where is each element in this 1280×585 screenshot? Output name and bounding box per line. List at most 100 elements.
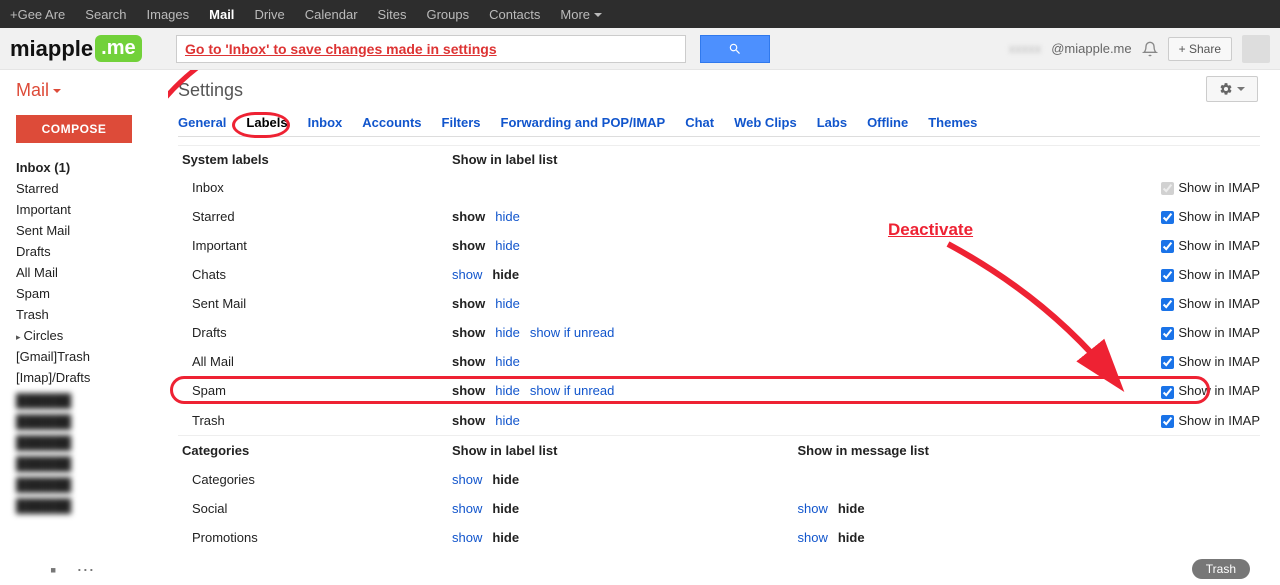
option-show-if-unread[interactable]: show if unread	[530, 383, 615, 398]
header-right: xxxxx@miapple.me + Share	[1009, 35, 1270, 63]
imap-checkbox[interactable]	[1161, 298, 1174, 311]
imap-checkbox	[1161, 182, 1174, 195]
category-row-promotions: Promotionsshowhideshowhide	[178, 523, 1260, 552]
option-show[interactable]: show	[452, 472, 482, 487]
tab-inbox[interactable]: Inbox	[308, 115, 343, 130]
label-row-spam: Spam show hide show if unread Show in IMAP	[178, 376, 1260, 405]
tab-general[interactable]: General	[178, 115, 226, 130]
sidebar-item-starred[interactable]: Starred	[16, 178, 168, 199]
sidebar-item-trash[interactable]: Trash	[16, 304, 168, 325]
option-show[interactable]: show	[452, 530, 482, 545]
page-title: Settings	[178, 80, 1260, 101]
tab-labels[interactable]: Labels	[246, 115, 287, 130]
search-button[interactable]	[700, 35, 770, 63]
option-hide[interactable]: hide	[495, 209, 520, 224]
option-show[interactable]: show	[452, 209, 485, 224]
option-hide[interactable]: hide	[492, 530, 519, 545]
option-show[interactable]: show	[797, 530, 827, 545]
tab-labs[interactable]: Labs	[817, 115, 847, 130]
imap-checkbox[interactable]	[1161, 269, 1174, 282]
sidebar: Mail COMPOSE Inbox (1)StarredImportantSe…	[0, 70, 168, 585]
more-icon[interactable]: ⋯	[76, 560, 94, 581]
label-row-allmail: All MailshowhideShow in IMAP	[178, 347, 1260, 376]
option-hide[interactable]: hide	[838, 530, 865, 545]
tab-filters[interactable]: Filters	[442, 115, 481, 130]
option-hide[interactable]: hide	[495, 383, 520, 398]
label-row-sentmail: Sent Mail show hide Show in IMAP	[178, 289, 1260, 318]
option-show[interactable]: show	[452, 238, 485, 253]
gbar-item-contacts[interactable]: Contacts	[489, 7, 540, 22]
option-hide[interactable]: hide	[492, 267, 519, 282]
gbar-item-groups[interactable]: Groups	[426, 7, 469, 22]
email-suffix: @miapple.me	[1051, 41, 1131, 56]
imap-checkbox[interactable]	[1161, 211, 1174, 224]
mail-selector[interactable]: Mail	[16, 80, 168, 101]
tab-accounts[interactable]: Accounts	[362, 115, 421, 130]
option-show[interactable]: show	[452, 354, 485, 369]
labels-table: System labels Show in label list InboxSh…	[178, 145, 1260, 552]
option-show[interactable]: show	[797, 501, 827, 516]
option-hide[interactable]: hide	[495, 354, 520, 369]
imap-checkbox[interactable]	[1161, 356, 1174, 369]
sidebar-item-spam[interactable]: Spam	[16, 283, 168, 304]
notifications-icon[interactable]	[1142, 41, 1158, 57]
imap-label: Show in IMAP	[1178, 296, 1260, 311]
imap-label: Show in IMAP	[1178, 383, 1260, 398]
sidebar-item-hidden: ██████	[16, 453, 168, 474]
option-show[interactable]: show	[452, 325, 485, 340]
gbar-item-images[interactable]: Images	[147, 7, 190, 22]
gbar-item-search[interactable]: Search	[85, 7, 126, 22]
sidebar-item-sentmail[interactable]: Sent Mail	[16, 220, 168, 241]
option-show[interactable]: show	[452, 501, 482, 516]
gbar-item-more[interactable]: More	[560, 7, 602, 22]
gear-icon	[1219, 82, 1233, 96]
avatar[interactable]	[1242, 35, 1270, 63]
imap-checkbox[interactable]	[1161, 327, 1174, 340]
sidebar-item-allmail[interactable]: All Mail	[16, 262, 168, 283]
option-hide[interactable]: hide	[495, 296, 520, 311]
option-show[interactable]: show	[452, 383, 485, 398]
label-name: Chats	[178, 260, 448, 289]
tab-chat[interactable]: Chat	[685, 115, 714, 130]
tab-offline[interactable]: Offline	[867, 115, 908, 130]
sidebar-item-gmailtrash[interactable]: [Gmail]Trash	[16, 346, 168, 367]
option-show[interactable]: show	[452, 296, 485, 311]
trash-pill[interactable]: Trash	[1192, 559, 1250, 579]
label-name: Spam	[178, 376, 448, 405]
gear-button[interactable]	[1206, 76, 1258, 102]
gbar-item-drive[interactable]: Drive	[254, 7, 284, 22]
label-row-trash: TrashshowhideShow in IMAP	[178, 406, 1260, 436]
gbar-item-sites[interactable]: Sites	[378, 7, 407, 22]
sidebar-item-imapdrafts[interactable]: [Imap]/Drafts	[16, 367, 168, 388]
sidebar-item-circles[interactable]: Circles	[16, 325, 168, 346]
app-header: miapple.me Go to 'Inbox' to save changes…	[0, 28, 1280, 70]
compose-button[interactable]: COMPOSE	[16, 115, 132, 143]
hangouts-icon[interactable]: ▪	[50, 560, 56, 581]
imap-checkbox[interactable]	[1161, 386, 1174, 399]
label-name: Sent Mail	[178, 289, 448, 318]
option-hide[interactable]: hide	[495, 325, 520, 340]
gbar-item-geeare[interactable]: +Gee Are	[10, 7, 65, 22]
sidebar-item-drafts[interactable]: Drafts	[16, 241, 168, 262]
gbar-item-mail[interactable]: Mail	[209, 7, 234, 22]
tab-forwardingandpopimap[interactable]: Forwarding and POP/IMAP	[501, 115, 666, 130]
tab-themes[interactable]: Themes	[928, 115, 977, 130]
option-hide[interactable]: hide	[495, 238, 520, 253]
gbar-item-calendar[interactable]: Calendar	[305, 7, 358, 22]
option-show-if-unread[interactable]: show if unread	[530, 325, 615, 340]
sidebar-item-important[interactable]: Important	[16, 199, 168, 220]
imap-checkbox[interactable]	[1161, 415, 1174, 428]
option-show[interactable]: show	[452, 413, 485, 428]
sidebar-item-inbox[interactable]: Inbox (1)	[16, 157, 168, 178]
sidebar-item-hidden: ██████	[16, 390, 168, 411]
option-hide[interactable]: hide	[492, 472, 519, 487]
imap-checkbox[interactable]	[1161, 240, 1174, 253]
option-show[interactable]: show	[452, 267, 482, 282]
tab-webclips[interactable]: Web Clips	[734, 115, 797, 130]
option-hide[interactable]: hide	[492, 501, 519, 516]
option-hide[interactable]: hide	[495, 413, 520, 428]
col-show-label-list-2: Show in label list	[448, 435, 793, 465]
search-input[interactable]: Go to 'Inbox' to save changes made in se…	[176, 35, 686, 63]
share-button[interactable]: + Share	[1168, 37, 1232, 61]
option-hide[interactable]: hide	[838, 501, 865, 516]
